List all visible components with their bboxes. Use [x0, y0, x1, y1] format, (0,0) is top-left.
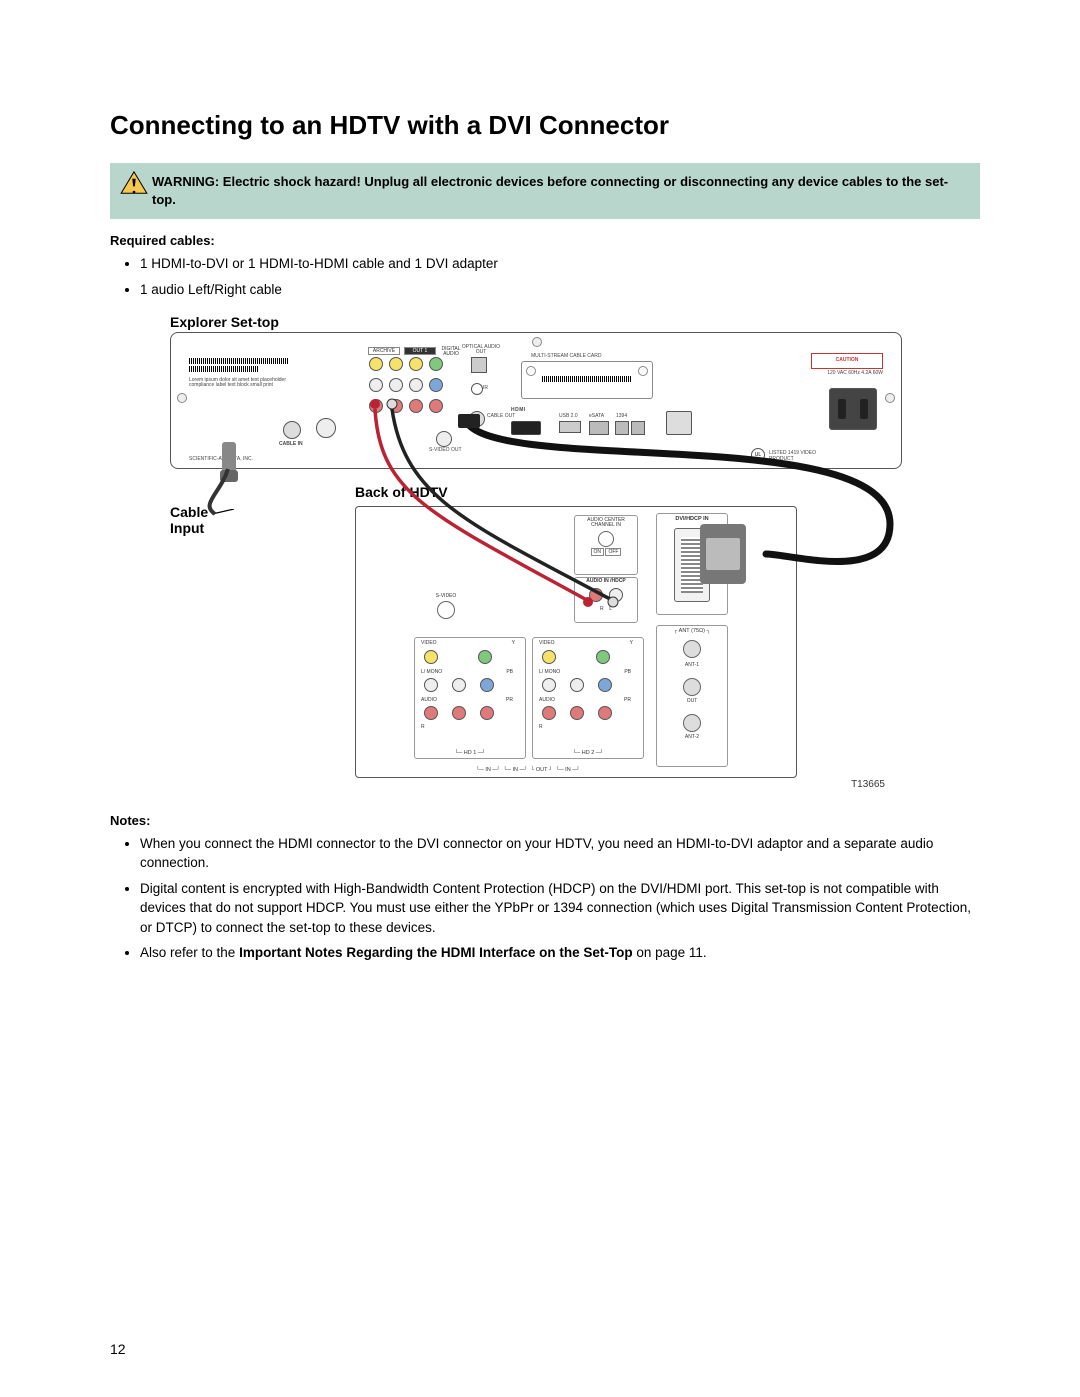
page: Connecting to an HDTV with a DVI Connect… [0, 0, 1080, 1397]
required-cables-list: 1 HDMI-to-DVI or 1 HDMI-to-HDMI cable an… [110, 254, 980, 299]
warning-text: WARNING: Electric shock hazard! Unplug a… [152, 173, 968, 209]
brand-text: SCIENTIFIC-ATLANTA, INC. [189, 456, 253, 462]
warning-body: Electric shock hazard! Unplug all electr… [152, 174, 948, 207]
cable-input-label: Cable Input [170, 504, 208, 538]
page-number: 12 [110, 1341, 126, 1357]
page-title: Connecting to an HDTV with a DVI Connect… [110, 110, 980, 141]
figure-code: T13665 [851, 779, 885, 790]
dvi-connector [700, 524, 746, 584]
warning-icon [120, 171, 148, 195]
list-item: Digital content is encrypted with High-B… [140, 879, 980, 938]
warning-box: WARNING: Electric shock hazard! Unplug a… [110, 163, 980, 219]
notes-heading: Notes: [110, 813, 980, 828]
required-cables-heading: Required cables: [110, 233, 980, 248]
cable-coax-connector [222, 442, 236, 470]
settop-label: Explorer Set-top [170, 314, 980, 330]
list-item: 1 HDMI-to-DVI or 1 HDMI-to-HDMI cable an… [140, 254, 980, 274]
list-item: 1 audio Left/Right cable [140, 280, 980, 300]
connection-diagram: Explorer Set-top Lorem ipsum dolor sit a… [110, 314, 980, 799]
settop-back-panel: Lorem ipsum dolor sit amet text placehol… [170, 332, 902, 469]
notes-list: When you connect the HDMI connector to t… [110, 834, 980, 963]
list-item: When you connect the HDMI connector to t… [140, 834, 980, 873]
back-hdtv-label: Back of HDTV [355, 484, 448, 500]
list-item: Also refer to the Important Notes Regard… [140, 943, 980, 963]
warning-label: WARNING: [152, 174, 219, 189]
